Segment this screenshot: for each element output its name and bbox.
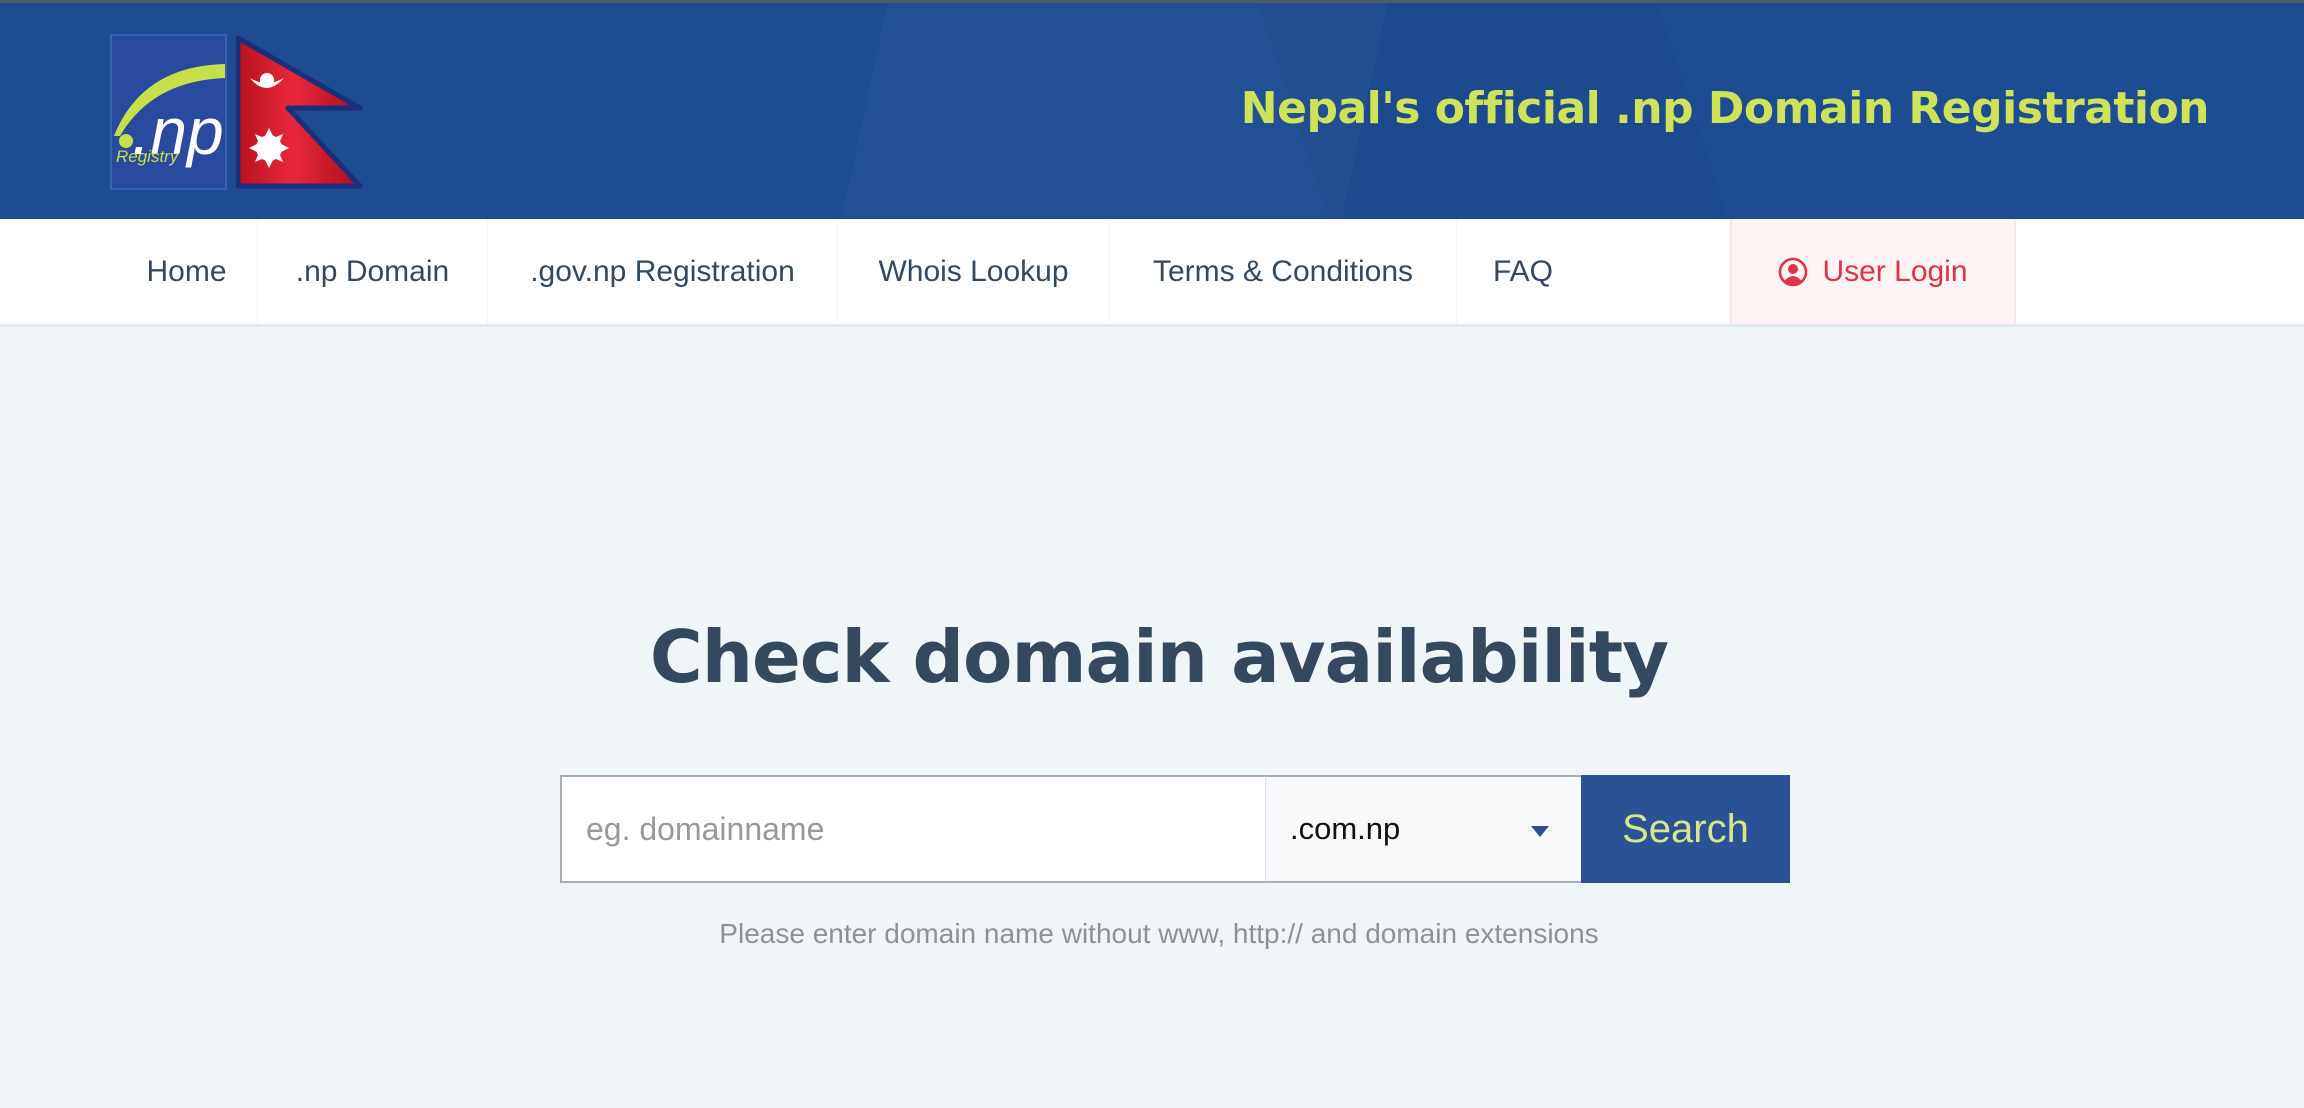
nav-item-terms-conditions[interactable]: Terms & Conditions [1110,219,1457,324]
nav-item-np-domain[interactable]: .np Domain [258,219,488,324]
domain-search-form: .com.np Search [560,775,1790,883]
header-tagline: Nepal's official .np Domain Registration [1240,83,2210,134]
main-nav: Home .np Domain .gov.np Registration Who… [0,219,2304,327]
page-title: Check domain availability [649,615,1669,699]
logo-dot-icon [119,134,133,148]
nav-item-gov-np-registration[interactable]: .gov.np Registration [488,219,838,324]
domain-extension-select[interactable]: .com.np [1266,775,1581,883]
user-login-label: User Login [1822,254,1968,288]
nav-item-home[interactable]: Home [116,219,258,324]
site-header: .np Registry Nepal's official .np Domain… [0,3,2304,219]
user-login-button[interactable]: User Login [1730,219,2016,324]
domain-name-input[interactable] [560,775,1266,883]
selected-extension: .com.np [1290,811,1401,846]
user-circle-icon [1779,257,1808,286]
nav-item-faq[interactable]: FAQ [1457,219,1589,324]
logo-subtext: Registry [116,147,180,166]
np-registry-logo[interactable]: .np Registry [110,34,227,190]
search-button[interactable]: Search [1581,775,1790,883]
caret-down-icon [1531,826,1549,837]
nepal-flag-icon [236,36,363,189]
search-hint: Please enter domain name without www, ht… [719,918,1599,949]
nav-item-whois-lookup[interactable]: Whois Lookup [838,219,1110,324]
